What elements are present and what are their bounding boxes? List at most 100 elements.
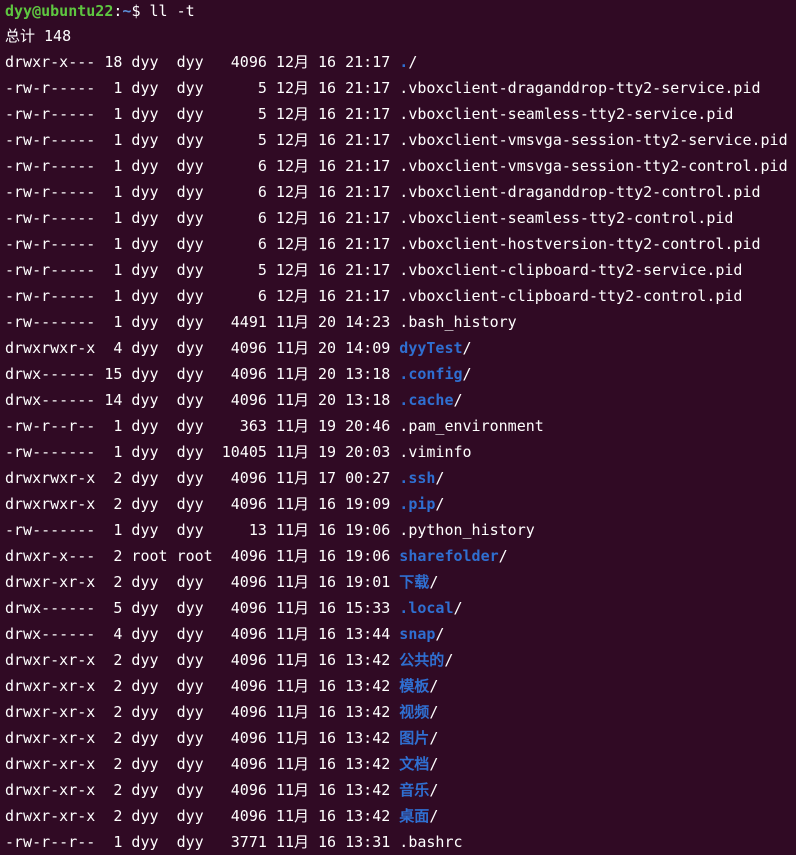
listing-row-meta: drwxr-xr-x 2 dyy dyy 4096 11月 16 13:42 — [5, 651, 400, 669]
listing-row-meta: -rw-r----- 1 dyy dyy 5 12月 16 21:17 — [5, 79, 400, 97]
listing-row-meta: -rw-r----- 1 dyy dyy 6 12月 16 21:17 — [5, 235, 400, 253]
directory-slash: / — [429, 573, 439, 591]
listing-row-meta: -rw-r----- 1 dyy dyy 5 12月 16 21:17 — [5, 131, 400, 149]
listing-row: drwxr-xr-x 2 dyy dyy 4096 11月 16 13:42 桌… — [5, 803, 796, 829]
total-line: 总计 148 — [5, 27, 72, 45]
listing-row-meta: -rw------- 1 dyy dyy 10405 11月 19 20:03 — [5, 443, 400, 461]
listing-row-meta: drwxr-xr-x 2 dyy dyy 4096 11月 16 19:01 — [5, 573, 400, 591]
listing-row-meta: drwx------ 5 dyy dyy 4096 11月 16 15:33 — [5, 599, 400, 617]
listing-row-meta: drwxr-x--- 18 dyy dyy 4096 12月 16 21:17 — [5, 53, 400, 71]
listing-row: drwx------ 5 dyy dyy 4096 11月 16 15:33 .… — [5, 595, 796, 621]
listing-row: -rw-r----- 1 dyy dyy 6 12月 16 21:17 .vbo… — [5, 283, 796, 309]
listing-row-meta: drwxr-xr-x 2 dyy dyy 4096 11月 16 13:42 — [5, 807, 400, 825]
directory-slash: / — [453, 599, 463, 617]
file-name: .bashrc — [399, 833, 463, 851]
listing-row: drwx------ 15 dyy dyy 4096 11月 20 13:18 … — [5, 361, 796, 387]
directory-name: .local — [399, 599, 454, 617]
listing-row: drwx------ 4 dyy dyy 4096 11月 16 13:44 s… — [5, 621, 796, 647]
directory-name: sharefolder — [399, 547, 499, 565]
listing-row: drwxr-xr-x 2 dyy dyy 4096 11月 16 19:01 下… — [5, 569, 796, 595]
directory-slash: / — [462, 339, 472, 357]
listing-row: drwxr-x--- 18 dyy dyy 4096 12月 16 21:17 … — [5, 49, 796, 75]
listing-row: -rw-r----- 1 dyy dyy 6 12月 16 21:17 .vbo… — [5, 205, 796, 231]
listing-row-meta: -rw-r--r-- 1 dyy dyy 363 11月 19 20:46 — [5, 417, 400, 435]
listing-row-meta: drwx------ 4 dyy dyy 4096 11月 16 13:44 — [5, 625, 400, 643]
listing-row: -rw-r----- 1 dyy dyy 5 12月 16 21:17 .vbo… — [5, 75, 796, 101]
listing-row: drwxrwxr-x 4 dyy dyy 4096 11月 20 14:09 d… — [5, 335, 796, 361]
directory-name: .config — [399, 365, 463, 383]
listing-row-meta: -rw-r----- 1 dyy dyy 6 12月 16 21:17 — [5, 209, 400, 227]
listing-row: drwxr-xr-x 2 dyy dyy 4096 11月 16 13:42 音… — [5, 777, 796, 803]
directory-name: 桌面 — [399, 807, 430, 825]
directory-slash: / — [429, 729, 439, 747]
prompt-user-host: dyy@ubuntu22 — [5, 2, 114, 20]
listing-row-meta: drwxr-xr-x 2 dyy dyy 4096 11月 16 13:42 — [5, 755, 400, 773]
directory-slash: / — [429, 755, 439, 773]
listing-row-meta: -rw-r----- 1 dyy dyy 5 12月 16 21:17 — [5, 261, 400, 279]
directory-name: .ssh — [399, 469, 436, 487]
directory-slash: / — [408, 53, 418, 71]
directory-name: 公共的 — [399, 651, 445, 669]
terminal-window[interactable]: dyy@ubuntu22:~$ ll -t 总计 148 drwxr-x--- … — [0, 0, 796, 855]
listing-row-meta: -rw-r--r-- 1 dyy dyy 3771 11月 16 13:31 — [5, 833, 400, 851]
listing-row: drwxr-xr-x 2 dyy dyy 4096 11月 16 13:42 公… — [5, 647, 796, 673]
listing-row: drwxr-x--- 2 root root 4096 11月 16 19:06… — [5, 543, 796, 569]
directory-name: dyyTest — [399, 339, 463, 357]
listing-row-meta: -rw------- 1 dyy dyy 4491 11月 20 14:23 — [5, 313, 400, 331]
listing-row: -rw-r----- 1 dyy dyy 6 12月 16 21:17 .vbo… — [5, 179, 796, 205]
listing-row: -rw-r--r-- 1 dyy dyy 3771 11月 16 13:31 .… — [5, 829, 796, 855]
listing-row: -rw-r----- 1 dyy dyy 5 12月 16 21:17 .vbo… — [5, 127, 796, 153]
listing-row: drwx------ 14 dyy dyy 4096 11月 20 13:18 … — [5, 387, 796, 413]
file-name: .vboxclient-draganddrop-tty2-control.pid — [399, 183, 761, 201]
listing-row: drwxrwxr-x 2 dyy dyy 4096 11月 16 19:09 .… — [5, 491, 796, 517]
file-name: .vboxclient-vmsvga-session-tty2-control.… — [399, 157, 788, 175]
directory-slash: / — [444, 651, 454, 669]
listing-row: -rw-r----- 1 dyy dyy 6 12月 16 21:17 .vbo… — [5, 231, 796, 257]
listing-row-meta: -rw-r----- 1 dyy dyy 6 12月 16 21:17 — [5, 157, 400, 175]
directory-slash: / — [435, 625, 445, 643]
listing-row: drwxr-xr-x 2 dyy dyy 4096 11月 16 13:42 模… — [5, 673, 796, 699]
file-name: .vboxclient-vmsvga-session-tty2-service.… — [399, 131, 788, 149]
file-name: .vboxclient-clipboard-tty2-service.pid — [399, 261, 743, 279]
file-name: .vboxclient-draganddrop-tty2-service.pid — [399, 79, 761, 97]
file-name: .python_history — [399, 521, 535, 539]
directory-name: 音乐 — [399, 781, 430, 799]
listing-row-meta: drwxrwxr-x 4 dyy dyy 4096 11月 20 14:09 — [5, 339, 400, 357]
directory-slash: / — [453, 391, 463, 409]
directory-slash: / — [429, 807, 439, 825]
directory-name: 视频 — [399, 703, 430, 721]
listing-row-meta: drwx------ 14 dyy dyy 4096 11月 20 13:18 — [5, 391, 400, 409]
listing-row-meta: -rw------- 1 dyy dyy 13 11月 16 19:06 — [5, 521, 400, 539]
file-name: .vboxclient-seamless-tty2-control.pid — [399, 209, 734, 227]
listing-row: -rw------- 1 dyy dyy 13 11月 16 19:06 .py… — [5, 517, 796, 543]
file-name: .viminfo — [399, 443, 472, 461]
directory-name: 文档 — [399, 755, 430, 773]
listing-row: -rw-r----- 1 dyy dyy 6 12月 16 21:17 .vbo… — [5, 153, 796, 179]
directory-slash: / — [429, 703, 439, 721]
listing-row: -rw-r----- 1 dyy dyy 5 12月 16 21:17 .vbo… — [5, 101, 796, 127]
listing-row: drwxr-xr-x 2 dyy dyy 4096 11月 16 13:42 视… — [5, 699, 796, 725]
listing-row-meta: -rw-r----- 1 dyy dyy 6 12月 16 21:17 — [5, 287, 400, 305]
directory-name: .pip — [399, 495, 436, 513]
listing-row-meta: drwxr-xr-x 2 dyy dyy 4096 11月 16 13:42 — [5, 781, 400, 799]
directory-slash: / — [498, 547, 508, 565]
directory-name: snap — [399, 625, 436, 643]
listing-row-meta: drwxrwxr-x 2 dyy dyy 4096 11月 16 19:09 — [5, 495, 400, 513]
directory-name: .cache — [399, 391, 454, 409]
listing-row: drwxr-xr-x 2 dyy dyy 4096 11月 16 13:42 图… — [5, 725, 796, 751]
file-name: .vboxclient-clipboard-tty2-control.pid — [399, 287, 743, 305]
directory-name: 图片 — [399, 729, 430, 747]
listing-row-meta: drwx------ 15 dyy dyy 4096 11月 20 13:18 — [5, 365, 400, 383]
directory-slash: / — [429, 677, 439, 695]
directory-name: 模板 — [399, 677, 430, 695]
directory-name: . — [399, 53, 409, 71]
directory-name: 下载 — [399, 573, 430, 591]
listing-row-meta: drwxr-xr-x 2 dyy dyy 4096 11月 16 13:42 — [5, 677, 400, 695]
listing-row-meta: drwxr-x--- 2 root root 4096 11月 16 19:06 — [5, 547, 400, 565]
prompt-line: dyy@ubuntu22:~$ ll -t — [5, 0, 796, 23]
listing-row: -rw------- 1 dyy dyy 4491 11月 20 14:23 .… — [5, 309, 796, 335]
prompt-symbol: $ — [131, 2, 150, 20]
listing-row: drwxr-xr-x 2 dyy dyy 4096 11月 16 13:42 文… — [5, 751, 796, 777]
listing-row-meta: -rw-r----- 1 dyy dyy 5 12月 16 21:17 — [5, 105, 400, 123]
directory-slash: / — [435, 469, 445, 487]
